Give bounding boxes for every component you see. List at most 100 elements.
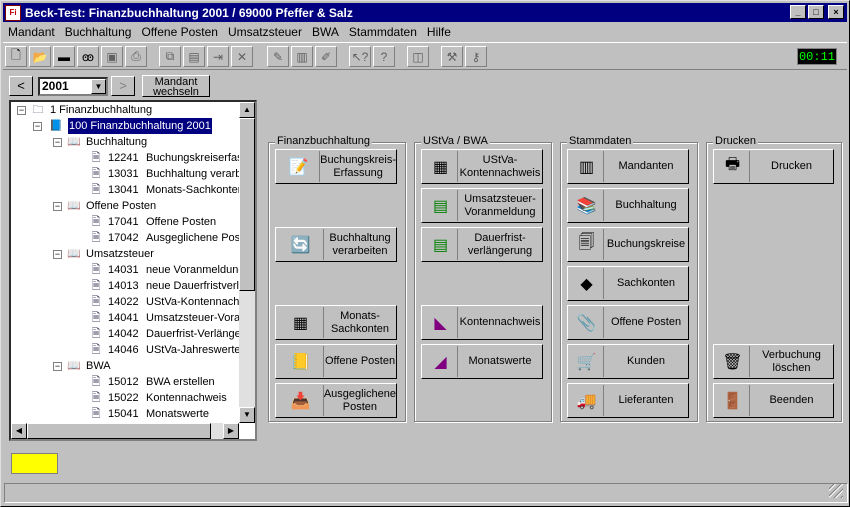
scroll-left-icon[interactable]: ◀ xyxy=(11,423,27,439)
tree-item[interactable]: 📖 BWA xyxy=(65,358,111,374)
sachkonten-button[interactable]: ◆ Sachkonten xyxy=(567,266,689,301)
tree-item-label: 100 Finanzbuchhaltung 2001 xyxy=(68,118,212,134)
notes-icon[interactable]: ✐ xyxy=(315,46,337,67)
document-icon: 🗎 xyxy=(91,344,101,356)
dauerfristverlaengerung-button[interactable]: ▤ Dauerfrist- verlängerung xyxy=(421,227,543,262)
new-document-icon[interactable]: 🗋 xyxy=(5,46,27,67)
tree-item[interactable]: 🗎 14031 neue Voranmeldung xyxy=(87,262,245,278)
collapse-icon[interactable]: − xyxy=(53,138,62,147)
lieferanten-button[interactable]: 🚚 Lieferanten xyxy=(567,383,689,418)
button-label: Beenden xyxy=(769,394,814,406)
scroll-right-icon[interactable]: ▶ xyxy=(223,423,239,439)
tree-item-label: Offene Posten xyxy=(86,200,157,212)
tree-item[interactable]: 🗎 17041 Offene Posten xyxy=(87,214,217,230)
tree-item[interactable]: 🗎 15041 Monatswerte xyxy=(87,406,209,422)
monats-sachkonten-button[interactable]: ▦ Monats- Sachkonten xyxy=(275,305,397,340)
binoculars-icon[interactable]: ꙭ xyxy=(77,46,99,67)
tree-item[interactable]: 🗎 17042 Ausgeglichene Post xyxy=(87,230,244,246)
drucken-button[interactable]: 🖶 Drucken xyxy=(713,149,834,184)
tree-item-label: Offene Posten xyxy=(146,216,217,228)
help-icon[interactable]: ? xyxy=(373,46,395,67)
tree-item[interactable]: 🗎 15022 Kontennachweis xyxy=(87,390,227,406)
close-icon[interactable]: × xyxy=(828,5,844,19)
folder-icon[interactable]: ▬ xyxy=(53,46,75,67)
truck-icon: 🚚 xyxy=(570,385,604,416)
context-help-icon[interactable]: ↖? xyxy=(349,46,371,67)
collapse-icon[interactable]: − xyxy=(53,362,62,371)
stammdaten-buchhaltung-button[interactable]: 📚 Buchhaltung xyxy=(567,188,689,223)
tree-item[interactable]: 🗎 12241 Buchungskreiserfas xyxy=(87,150,243,166)
tools-icon[interactable]: ⚒ xyxy=(441,46,463,67)
collapse-icon[interactable]: − xyxy=(53,202,62,211)
document-icon: 🗎 xyxy=(91,376,101,388)
vertical-scrollbar[interactable]: ▲ ▼ xyxy=(239,102,255,423)
stammdaten-offene-posten-button[interactable]: 📎 Offene Posten xyxy=(567,305,689,340)
menu-offene-posten[interactable]: Offene Posten xyxy=(136,25,223,39)
buchungskreise-button[interactable]: 🗐 Buchungskreise xyxy=(567,227,689,262)
tree-item[interactable]: 📘 100 Finanzbuchhaltung 2001 xyxy=(47,118,212,134)
collapse-icon[interactable]: − xyxy=(53,250,62,259)
document-icon: 🗎 xyxy=(91,264,101,276)
stamp-icon[interactable]: ✎ xyxy=(267,46,289,67)
tree-item[interactable]: 🗎 13041 Monats-Sachkonter xyxy=(87,182,242,198)
export-icon[interactable]: ⇥ xyxy=(207,46,229,67)
menu-umsatzsteuer[interactable]: Umsatzsteuer xyxy=(223,25,307,39)
collapse-icon[interactable]: − xyxy=(17,106,26,115)
paste-icon[interactable]: ▤ xyxy=(183,46,205,67)
next-year-button[interactable]: > xyxy=(111,76,135,96)
scroll-down-icon[interactable]: ▼ xyxy=(239,407,255,423)
horizontal-scrollbar[interactable]: ◀ ▶ xyxy=(11,423,239,439)
ustva-kontennachweis-button[interactable]: ▦ UStVa- Kontennachweis xyxy=(421,149,543,184)
key-icon[interactable]: ⚷ xyxy=(465,46,487,67)
offene-posten-button[interactable]: 📒 Offene Posten xyxy=(275,344,397,379)
umsatzsteuer-voranmeldung-button[interactable]: ▤ Umsatzsteuer- Voranmeldung xyxy=(421,188,543,223)
save-icon[interactable]: ▣ xyxy=(101,46,123,67)
kunden-button[interactable]: 🛒 Kunden xyxy=(567,344,689,379)
tree-item[interactable]: 🗎 14042 Dauerfrist-Verlänger xyxy=(87,326,245,342)
scroll-thumb[interactable] xyxy=(27,423,211,439)
buchhaltung-verarbeiten-button[interactable]: 🔄 Buchhaltung verarbeiten xyxy=(275,227,397,262)
prev-year-button[interactable]: < xyxy=(9,76,33,96)
menu-mandant[interactable]: Mandant xyxy=(3,25,60,39)
ausgeglichene-posten-button[interactable]: 📥 Ausgeglichene Posten xyxy=(275,383,397,418)
scroll-thumb[interactable] xyxy=(239,118,255,291)
books-icon: 📚 xyxy=(570,190,604,221)
tree-item[interactable]: 🗎 13031 Buchhaltung verarb xyxy=(87,166,242,182)
tree-item[interactable]: 📖 Buchhaltung xyxy=(65,134,147,150)
navigation-tree[interactable]: − 🗀 1 Finanzbuchhaltung − 📘 100 Finanzbuch… xyxy=(9,100,257,441)
menu-hilfe[interactable]: Hilfe xyxy=(422,25,456,39)
window-title: Beck-Test: Finanzbuchhaltung 2001 / 6900… xyxy=(25,5,353,20)
tree-item[interactable]: 🗎 15012 BWA erstellen xyxy=(87,374,215,390)
delete-icon[interactable]: ✕ xyxy=(231,46,253,67)
tree-item-label: Kontennachweis xyxy=(146,392,227,404)
maximize-icon[interactable]: □ xyxy=(808,5,824,19)
window-icon[interactable]: ◫ xyxy=(407,46,429,67)
kontennachweis-button[interactable]: ◣ Kontennachweis xyxy=(421,305,543,340)
mandanten-button[interactable]: ▥ Mandanten xyxy=(567,149,689,184)
tree-item[interactable]: 📖 Umsatzsteuer xyxy=(65,246,154,262)
print-icon[interactable]: ⎙ xyxy=(125,46,147,67)
tree-item[interactable]: 🗎 14013 neue Dauerfristverlä xyxy=(87,278,246,294)
tree-item[interactable]: 🗎 14041 Umsatzsteuer-Vorar xyxy=(87,310,244,326)
tree-item[interactable]: 🗀 1 Finanzbuchhaltung xyxy=(29,102,153,118)
resize-grip-icon[interactable] xyxy=(829,484,843,498)
collapse-icon[interactable]: − xyxy=(33,122,42,131)
menu-bwa[interactable]: BWA xyxy=(307,25,344,39)
menu-buchhaltung[interactable]: Buchhaltung xyxy=(60,25,137,39)
tree-item[interactable]: 🗎 14046 UStVa-Jahreswerte xyxy=(87,342,241,358)
chevron-down-icon[interactable]: ▼ xyxy=(91,79,106,94)
open-folder-icon[interactable]: 📂 xyxy=(29,46,51,67)
book-icon[interactable]: ▥ xyxy=(291,46,313,67)
year-select[interactable]: 2001 ▼ xyxy=(38,77,108,96)
minimize-icon[interactable]: _ xyxy=(790,5,806,19)
tree-item[interactable]: 🗎 14022 UStVa-Kontennach xyxy=(87,294,240,310)
beenden-button[interactable]: 🚪 Beenden xyxy=(713,383,834,418)
menu-stammdaten[interactable]: Stammdaten xyxy=(344,25,422,39)
tree-item[interactable]: 📖 Offene Posten xyxy=(65,198,156,214)
scroll-up-icon[interactable]: ▲ xyxy=(239,102,255,118)
verbuchung-loeschen-button[interactable]: 🗑 Verbuchung löschen xyxy=(713,344,834,379)
monatswerte-button[interactable]: ◢ Monatswerte xyxy=(421,344,543,379)
copy-icon[interactable]: ⧉ xyxy=(159,46,181,67)
buchungskreis-erfassung-button[interactable]: 📝 Buchungskreis- Erfassung xyxy=(275,149,397,184)
mandant-wechseln-button[interactable]: Mandant wechseln xyxy=(142,75,210,98)
